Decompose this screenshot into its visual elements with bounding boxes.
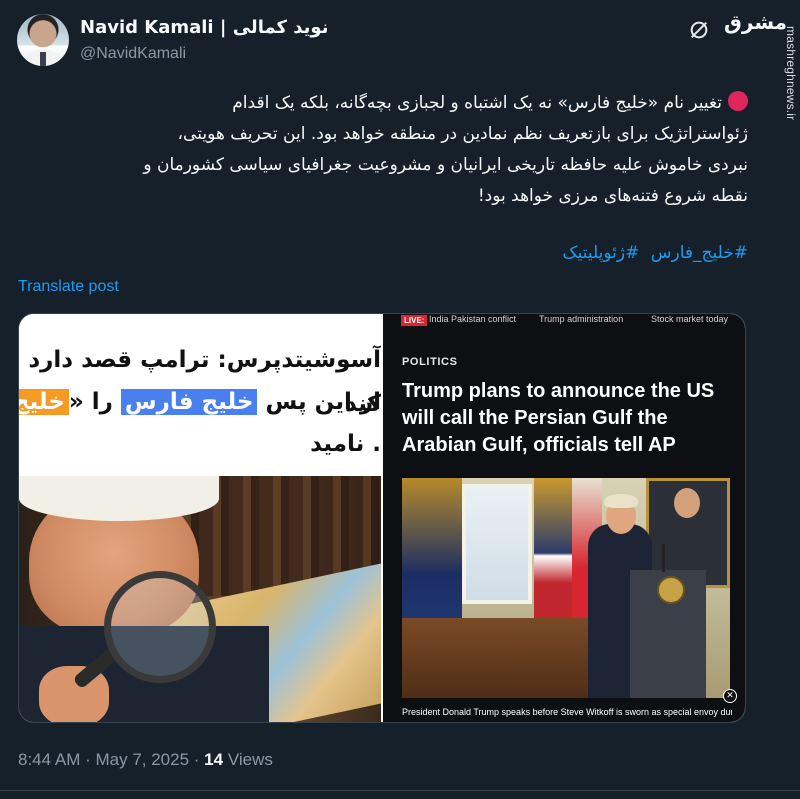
trump-magnifier-photo <box>19 476 381 722</box>
caption-close-icon[interactable]: ✕ <box>723 689 737 703</box>
ap-headline: Trump plans to announce the US will call… <box>402 380 715 456</box>
post-date[interactable]: May 7, 2025 <box>95 750 189 769</box>
grok-icon[interactable] <box>688 19 710 41</box>
speaker-hair <box>604 494 638 508</box>
hashtags: #خلیج_فارس #ژئوپلیتیک <box>30 243 748 263</box>
hair <box>19 476 219 521</box>
post-time[interactable]: 8:44 AM <box>18 750 80 769</box>
views-label: Views <box>227 750 273 769</box>
photo-caption: President Donald Trump speaks before Ste… <box>402 707 732 717</box>
avatar[interactable] <box>17 14 69 66</box>
left-headline-blue: خلیج فارس <box>120 389 258 415</box>
hashtag-link[interactable]: #ژئوپلیتیک <box>562 243 639 263</box>
meta-separator: · <box>80 750 96 769</box>
divider <box>0 790 800 791</box>
user-handle[interactable]: @NavidKamali <box>80 45 186 63</box>
tweet-line-1: تغییر نام «خلیج فارس» نه یک اشتباه و لجب… <box>30 88 748 119</box>
brand-logo: مشرق <box>724 10 788 34</box>
left-headline-line-2: از این پس خلیج فارس را «خلیج <box>19 380 381 424</box>
presidential-seal <box>657 576 685 604</box>
topic-item: Stock market today <box>651 314 729 324</box>
left-headline-pre: از این پس <box>265 389 381 415</box>
left-headline-line-3: . نامید <box>310 431 381 457</box>
microphone <box>662 544 665 572</box>
topic-item: India Pakistan conflict <box>429 314 517 324</box>
left-headline-mid: را « <box>68 389 113 415</box>
tweet-line-4: نقطه شروع فتنه‌های مرزی خواهد بود! <box>477 186 748 206</box>
hashtag-link[interactable]: #خلیج_فارس <box>651 243 748 263</box>
topic-bar: LIVE: India Pakistan conflict Trump admi… <box>383 314 745 334</box>
tweet-line-1-text: تغییر نام «خلیج فارس» نه یک اشتباه و لجب… <box>232 93 722 113</box>
post-meta: 8:44 AM · May 7, 2025 · 14 Views <box>18 750 273 770</box>
section-label: POLITICS <box>402 356 458 368</box>
portrait-face <box>674 488 700 518</box>
topic-item: Trump administration <box>539 314 624 324</box>
tweet-line-2: ژئواستراتژیک برای بازتعریف نظم نمادین در… <box>177 124 748 144</box>
translate-post-link[interactable]: Translate post <box>18 278 119 296</box>
window <box>462 484 532 604</box>
user-display-name[interactable]: Navid Kamali | نوید کمالی <box>80 17 328 38</box>
magnifying-glass <box>104 571 216 683</box>
red-circle-icon <box>728 91 748 111</box>
watermark: mashreghnews.ir <box>784 26 798 121</box>
media-image-left[interactable]: آسوشیتدپرس: ترامپ قصد دارد اعلام کند از … <box>19 314 381 722</box>
flag <box>534 478 574 628</box>
flag <box>402 478 462 638</box>
tweet-text: تغییر نام «خلیج فارس» نه یک اشتباه و لجب… <box>30 88 748 212</box>
oval-office-photo <box>402 478 730 698</box>
left-headline-orange: خلیج <box>19 389 69 415</box>
live-badge: LIVE: <box>401 315 428 326</box>
views-count: 14 <box>204 750 224 769</box>
media-grid[interactable]: آسوشیتدپرس: ترامپ قصد دارد اعلام کند از … <box>18 313 746 723</box>
meta-separator: · <box>189 750 205 769</box>
tweet-line-3: نبردی خاموش علیه حافظه تاریخی ایرانیان و… <box>143 155 748 175</box>
media-image-right[interactable]: LIVE: India Pakistan conflict Trump admi… <box>383 314 745 722</box>
avatar-tie <box>40 52 46 66</box>
